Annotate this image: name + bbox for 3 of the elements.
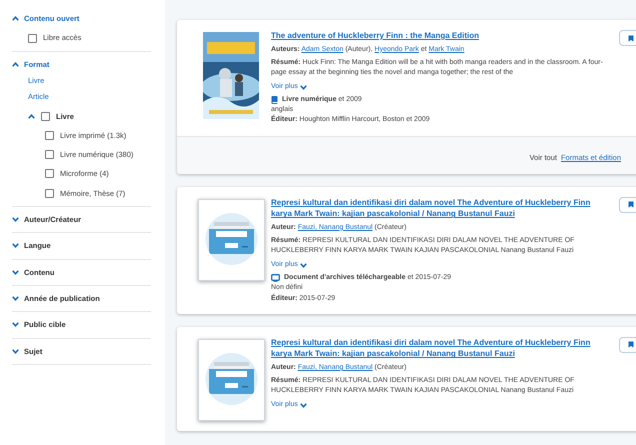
result-title-link[interactable]: Represi kultural dan identifikasi diri dalam novel The Adventure of Huckleberry Finn karya Mark Twain: kajian pascakolonial / Nanang Bustanul Fauzi [271, 336, 607, 360]
result-title-link[interactable]: Represi kultural dan identifikasi diri dalam novel The Adventure of Huckleberry Finn karya Mark Twain: kajian pascakolonial / Nanang Bustanul Fauzi [271, 196, 607, 220]
result-title-link[interactable]: The adventure of Huckleberry Finn : the Manga Edition [271, 30, 607, 42]
